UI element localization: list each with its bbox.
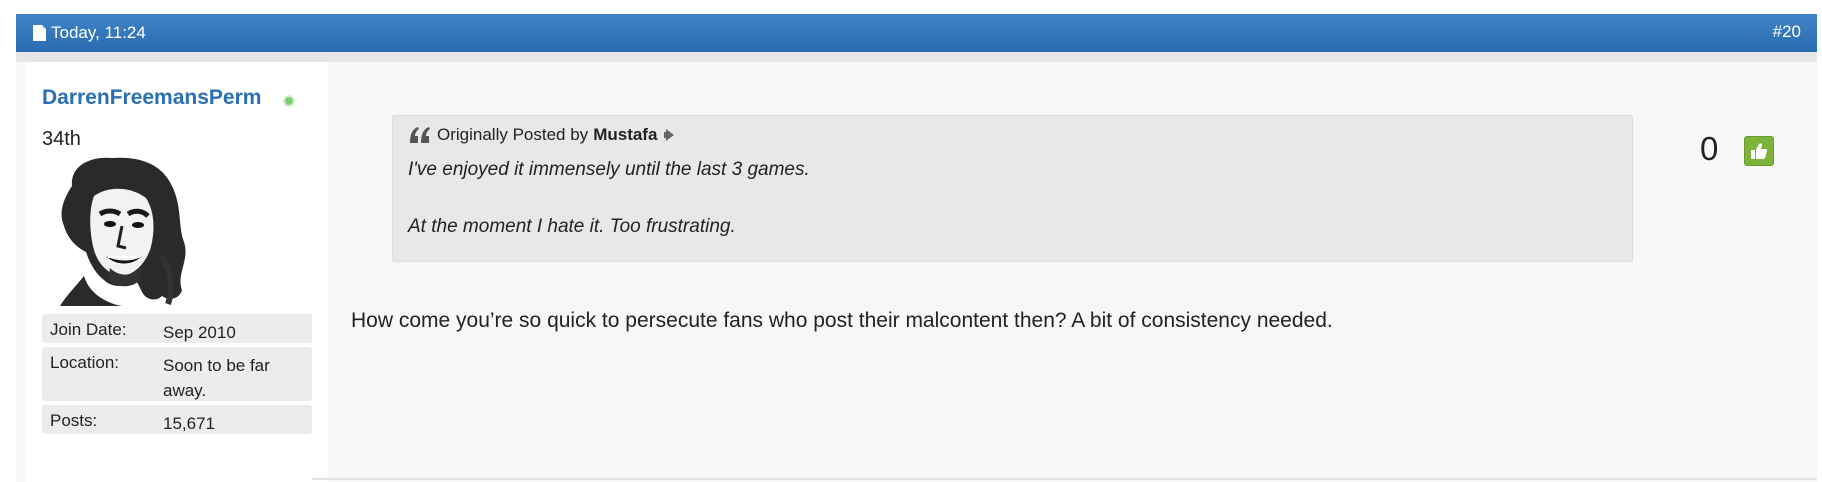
quote-line: I've enjoyed it immensely until the last…: [408, 159, 810, 180]
post-date-text: Today, 11:24: [51, 23, 146, 42]
quote-prefix: Originally Posted by: [437, 125, 589, 144]
quote-icon: [410, 127, 430, 143]
post-footer-divider: [312, 478, 1817, 480]
join-date-value: Sep 2010: [163, 323, 236, 342]
posts-row: Posts: 15,671: [42, 405, 312, 434]
username-link[interactable]: DarrenFreemansPerm: [42, 86, 261, 110]
user-info-panel: DarrenFreemansPerm 34th Join Date: Sep 2…: [26, 62, 329, 482]
user-rank: 34th: [42, 128, 81, 150]
location-label: Location:: [50, 353, 119, 372]
post-date: Today, 11:24: [33, 24, 146, 42]
online-status-icon: [283, 95, 295, 107]
view-post-arrow-icon[interactable]: [663, 128, 675, 142]
quote-line: At the moment I hate it. Too frustrating…: [408, 216, 736, 237]
post-content: Originally Posted by Mustafa I've enjoye…: [328, 62, 1817, 482]
like-button[interactable]: [1744, 136, 1774, 166]
post-header-divider: [16, 52, 1817, 62]
thumbs-up-icon: [1751, 143, 1768, 159]
join-date-row: Join Date: Sep 2010: [42, 314, 312, 343]
location-value: Soon to be far away.: [163, 356, 270, 400]
location-row: Location: Soon to be far away.: [42, 347, 312, 401]
quote-author-link[interactable]: Mustafa: [593, 125, 657, 145]
post-message: How come you’re so quick to persecute fa…: [351, 309, 1333, 332]
avatar[interactable]: [50, 156, 194, 306]
post-number-link[interactable]: #20: [1773, 22, 1801, 42]
join-date-label: Join Date:: [50, 320, 127, 339]
quote-header: Originally Posted by Mustafa: [409, 125, 675, 145]
like-count: 0: [1700, 130, 1719, 167]
post-container: Today, 11:24 #20 DarrenFreemansPerm 34th…: [16, 14, 1817, 482]
quote-block: Originally Posted by Mustafa I've enjoye…: [392, 115, 1633, 262]
posts-label: Posts:: [50, 411, 98, 430]
document-icon: [33, 25, 46, 41]
post-header: Today, 11:24 #20: [16, 14, 1817, 53]
posts-value: 15,671: [163, 414, 215, 433]
